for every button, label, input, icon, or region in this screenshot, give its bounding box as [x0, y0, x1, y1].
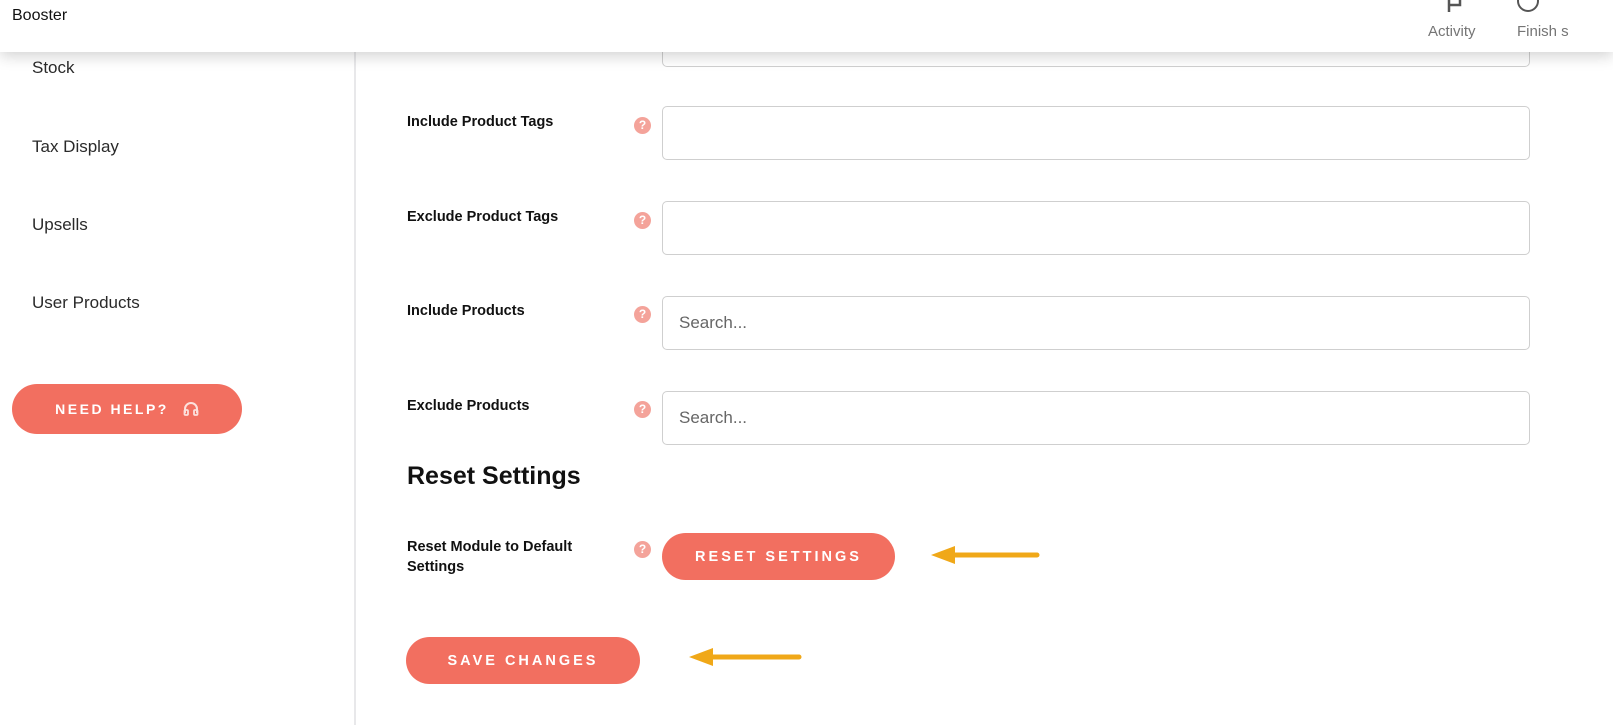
- sidebar-item-tax-display[interactable]: Tax Display: [32, 137, 119, 157]
- reset-settings-button[interactable]: RESET SETTINGS: [662, 533, 895, 580]
- include-product-tags-input[interactable]: [662, 106, 1530, 160]
- help-icon[interactable]: ?: [634, 541, 651, 558]
- need-help-button[interactable]: NEED HELP?: [12, 384, 242, 434]
- help-icon[interactable]: ?: [634, 306, 651, 323]
- sidebar-item-user-products[interactable]: User Products: [32, 293, 140, 313]
- annotation-arrow-icon: [689, 648, 802, 666]
- activity-label: Activity: [1428, 23, 1476, 40]
- need-help-label: NEED HELP?: [55, 401, 169, 417]
- help-icon[interactable]: ?: [634, 117, 651, 134]
- save-changes-button[interactable]: SAVE CHANGES: [406, 637, 640, 684]
- exclude-product-tags-input[interactable]: [662, 201, 1530, 255]
- include-products-label: Include Products: [407, 303, 525, 319]
- app-title: Booster: [12, 7, 68, 24]
- top-bar: Booster Activity Finish s: [0, 0, 1613, 52]
- reset-module-label: Reset Module to Default Settings: [407, 539, 573, 575]
- include-product-tags-label: Include Product Tags: [407, 114, 554, 130]
- sidebar-item-upsells[interactable]: Upsells: [32, 215, 88, 235]
- include-products-search-input[interactable]: [662, 296, 1530, 350]
- finish-setup-label: Finish s: [1517, 23, 1569, 40]
- help-icon[interactable]: ?: [634, 401, 651, 418]
- sidebar-item-stock[interactable]: Stock: [32, 58, 75, 78]
- exclude-products-search-input[interactable]: [662, 391, 1530, 445]
- annotation-arrow-icon: [931, 546, 1040, 564]
- finish-setup-button[interactable]: Finish s: [1487, 0, 1613, 52]
- headphones-icon: [183, 402, 199, 416]
- progress-circle-icon: [1517, 0, 1539, 12]
- exclude-products-label: Exclude Products: [407, 398, 530, 414]
- activity-button[interactable]: Activity: [1420, 0, 1490, 52]
- exclude-product-tags-label: Exclude Product Tags: [407, 209, 559, 225]
- flag-icon: [1447, 0, 1462, 12]
- reset-settings-heading: Reset Settings: [407, 462, 581, 490]
- help-icon[interactable]: ?: [634, 212, 651, 229]
